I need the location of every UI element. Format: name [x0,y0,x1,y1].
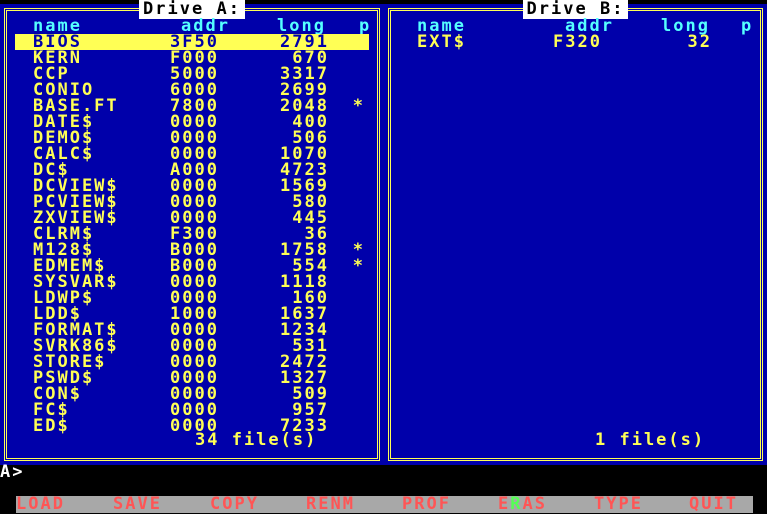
key-save[interactable]: SAVE [113,496,162,513]
file-row[interactable]: EXT$ F320 32 [399,32,752,52]
column-header-protect[interactable]: p [741,18,753,35]
file-addr: F320 [553,32,602,52]
column-header-protect[interactable]: p [359,18,371,35]
file-protect-flag: * [352,256,365,276]
key-prof[interactable]: PROF [402,496,451,513]
file-protect-flag: * [352,96,365,116]
file-name: EXT$ [417,32,466,52]
key-prof-label-post: PROF [402,494,451,514]
drive-b-title-bar: Drive B: [391,0,760,19]
key-erase[interactable]: ERAS [498,496,547,513]
file-name: ED$ [33,416,70,436]
function-key-bar: LOAD SAVE COPY RENM PROF ERAS TYPE QUIT [16,496,753,513]
drive-b-file-count: 1 file(s) [595,430,706,450]
drive-a-title-bar: Drive A: [7,0,377,19]
key-copy-label-post: COPY [210,494,259,514]
key-rename[interactable]: RENM [306,496,355,513]
key-quit-label-post: QUIT [689,494,738,514]
key-load[interactable]: LOAD [16,496,65,513]
drive-a-panel[interactable]: Drive A: name addr long p BIOS 3F50 2791 KE… [0,0,384,465]
key-type[interactable]: TYPE [594,496,643,513]
key-quit[interactable]: QUIT [689,496,738,513]
drive-a-file-count: 34 file(s) [195,430,318,450]
drive-b-panel[interactable]: Drive B: name addr long p EXT$ F320 32 1 f… [384,0,767,465]
key-load-label-post: LOAD [16,494,65,514]
key-type-label-post: TYPE [594,494,643,514]
command-prompt[interactable]: A> [0,464,767,481]
key-erase-label-post: AS [522,494,547,514]
key-erase-label-hl: R [510,494,523,514]
key-erase-label-pre: E [498,494,511,514]
key-save-label-post: SAVE [113,494,162,514]
key-copy[interactable]: COPY [210,496,259,513]
file-length: 32 [687,32,712,52]
key-rename-label-post: RENM [306,494,355,514]
